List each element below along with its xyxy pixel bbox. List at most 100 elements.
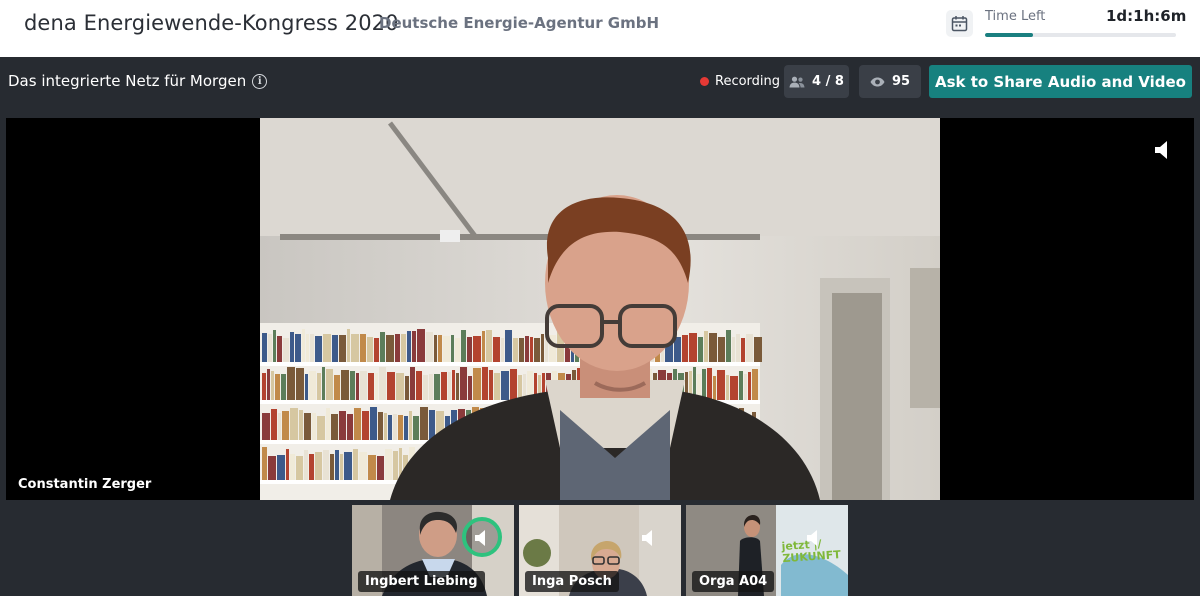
book-spine: [304, 413, 311, 440]
book-spine: [379, 367, 386, 400]
book-spine: [456, 373, 459, 400]
book-spine: [434, 374, 440, 400]
book-spine: [713, 376, 716, 400]
speaker-icon[interactable]: [1154, 140, 1172, 160]
book-spine: [395, 334, 400, 362]
book-spine: [350, 371, 355, 400]
session-title-row: Das integrierte Netz für Morgen i: [8, 72, 268, 90]
book-spine: [438, 335, 442, 362]
eye-icon: [870, 77, 885, 86]
book-spine: [370, 407, 377, 440]
time-left-value: 1d:1h:6m: [1106, 7, 1187, 25]
book-spine: [398, 415, 403, 440]
book-spine: [404, 416, 408, 440]
book-spine: [726, 330, 731, 362]
book-spine: [347, 414, 353, 440]
book-spine: [434, 335, 437, 362]
book-spine: [513, 338, 518, 362]
book-spine: [334, 375, 340, 400]
participant-tile[interactable]: jetzt |/ ZUKUNFT Orga A04: [686, 505, 848, 596]
speaker-icon[interactable]: [474, 529, 490, 547]
book-spine: [271, 371, 274, 400]
calendar-button[interactable]: [946, 10, 973, 37]
book-spine: [689, 333, 697, 362]
book-spine: [356, 373, 359, 400]
book-spine: [748, 372, 751, 400]
book-spine: [443, 336, 450, 362]
book-spine: [417, 329, 425, 362]
book-spine: [359, 452, 367, 480]
book-spine: [275, 374, 280, 400]
recording-label: Recording: [715, 74, 781, 89]
book-spine: [339, 335, 346, 362]
time-left-progress-fill: [985, 33, 1033, 37]
speaker-icon[interactable]: [806, 529, 822, 547]
main-speaker-name: Constantin Zerger: [18, 477, 152, 492]
book-spine: [262, 413, 270, 440]
book-spine: [262, 333, 267, 362]
book-spine: [441, 372, 447, 400]
book-spine: [736, 334, 740, 362]
book-spine: [460, 367, 467, 400]
book-spine: [448, 372, 451, 400]
book-spine: [482, 367, 488, 400]
book-spine: [353, 449, 358, 480]
book-spine: [541, 334, 544, 362]
book-spine: [360, 334, 366, 362]
book-spine: [473, 336, 481, 362]
book-spine: [322, 367, 325, 400]
book-spine: [494, 373, 500, 400]
viewers-count: 95: [891, 74, 911, 89]
book-spine: [362, 411, 369, 440]
book-spine: [429, 374, 433, 400]
book-spine: [698, 337, 703, 362]
book-spine: [374, 338, 379, 362]
viewers-count-pill[interactable]: 95: [859, 65, 921, 98]
book-spine: [277, 455, 285, 480]
time-left-progress: [985, 33, 1176, 37]
book-spine: [473, 368, 481, 400]
main-video-stage[interactable]: Constantin Zerger: [6, 118, 1194, 500]
book-spine: [534, 338, 540, 362]
book-spine: [413, 416, 419, 440]
participant-name: Inga Posch: [525, 571, 619, 592]
book-spine: [296, 456, 303, 480]
book-spine: [385, 449, 392, 480]
organizer-name[interactable]: Deutsche Energie-Agentur GmbH: [379, 14, 659, 32]
book-spine: [396, 373, 404, 400]
participants-count: 4 / 8: [812, 74, 844, 89]
recording-indicator: Recording: [700, 74, 780, 89]
book-spine: [331, 414, 338, 440]
book-spine: [299, 410, 303, 440]
book-spine: [317, 416, 325, 440]
book-spine: [416, 371, 422, 400]
book-spine: [368, 455, 376, 480]
shelf-board: [260, 362, 760, 366]
info-icon[interactable]: i: [252, 73, 268, 89]
participant-name: Ingbert Liebing: [358, 571, 485, 592]
book-spine: [744, 374, 747, 400]
book-spine: [393, 451, 398, 480]
book-spine: [332, 335, 338, 362]
participant-tile[interactable]: Ingbert Liebing: [352, 505, 514, 596]
book-spine: [262, 447, 267, 480]
book-spine: [326, 408, 330, 440]
book-spine: [741, 338, 745, 362]
book-spine: [312, 413, 316, 440]
book-spine: [309, 454, 314, 480]
book-spine: [287, 367, 295, 400]
participant-tile[interactable]: Inga Posch: [519, 505, 681, 596]
speaker-icon[interactable]: [641, 529, 657, 547]
book-spine: [525, 336, 529, 362]
ask-to-share-button[interactable]: Ask to Share Audio and Video: [929, 65, 1192, 98]
book-spine: [461, 330, 466, 362]
book-spine: [682, 335, 688, 362]
book-spine: [323, 450, 329, 480]
book-spine: [323, 334, 331, 362]
book-spine: [377, 456, 384, 480]
book-spine: [739, 371, 743, 400]
book-spine: [262, 373, 266, 400]
book-spine: [367, 337, 373, 362]
participants-count-pill[interactable]: 4 / 8: [784, 65, 849, 98]
book-spine: [302, 329, 305, 362]
